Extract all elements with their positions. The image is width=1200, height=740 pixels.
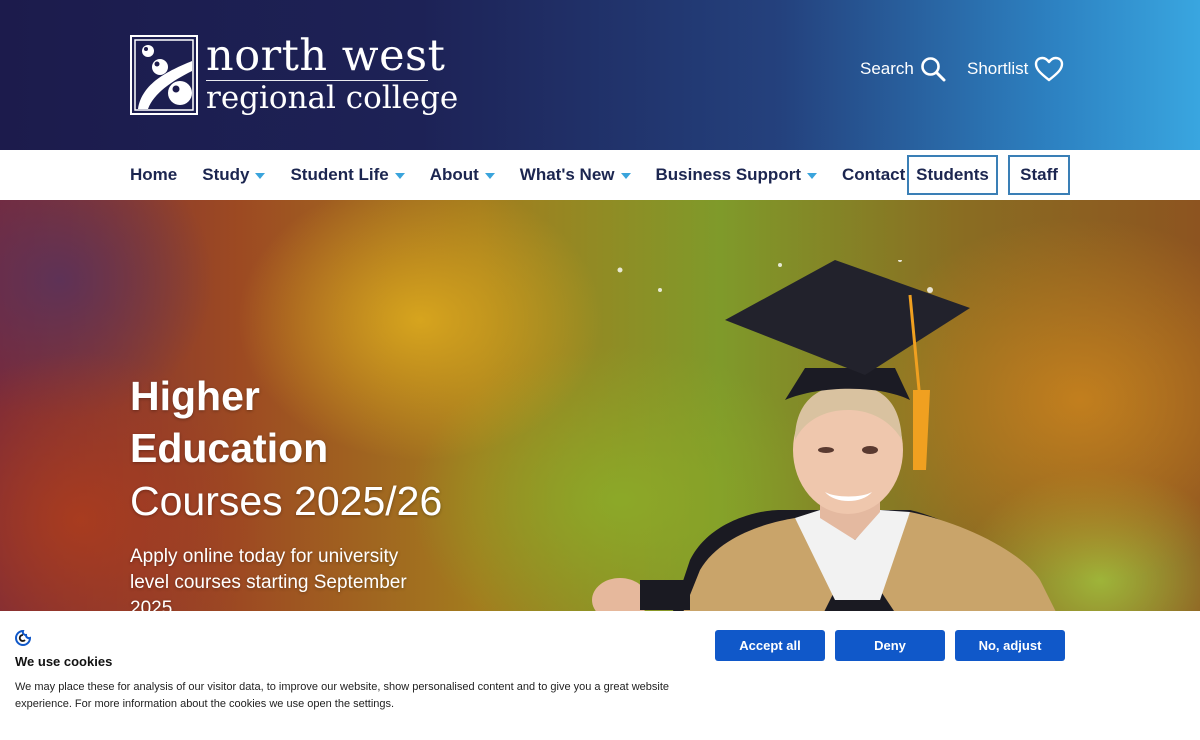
staff-button[interactable]: Staff: [1008, 155, 1070, 195]
site-header: north west regional college Search Short…: [0, 0, 1200, 150]
adjust-button[interactable]: No, adjust: [955, 630, 1065, 661]
main-navigation: Home Study Student Life About What's New…: [0, 150, 1200, 200]
cookie-icon: [15, 630, 31, 646]
hero-content: Higher Education Courses 2025/26 Apply o…: [130, 370, 442, 611]
search-icon: [921, 57, 946, 82]
nav-item-whats-new[interactable]: What's New: [520, 165, 631, 185]
logo-divider: [206, 80, 428, 81]
caret-down-icon: [255, 173, 266, 179]
caret-down-icon: [620, 173, 631, 179]
nav-item-contact[interactable]: Contact: [842, 165, 905, 185]
logo-mark-icon: [130, 35, 198, 115]
shortlist-label: Shortlist: [967, 59, 1029, 78]
graduate-photo: [592, 260, 1056, 611]
accept-all-button[interactable]: Accept all: [715, 630, 825, 661]
logo-wordmark: north west regional college: [206, 35, 458, 114]
nav-item-business-support[interactable]: Business Support: [656, 165, 817, 185]
hero-title-line-1: Higher: [130, 373, 260, 419]
hero-banner: Higher Education Courses 2025/26 Apply o…: [0, 200, 1200, 611]
nav-item-home[interactable]: Home: [130, 165, 177, 185]
students-button[interactable]: Students: [907, 155, 998, 195]
cookie-description: We may place these for analysis of our v…: [15, 681, 670, 710]
search-link[interactable]: Search: [860, 56, 946, 82]
heart-icon: [1035, 56, 1064, 82]
shortlist-link[interactable]: Shortlist: [967, 56, 1064, 82]
cookie-title: We use cookies: [15, 654, 113, 669]
caret-down-icon: [484, 173, 495, 179]
nav-item-label: What's New: [519, 165, 615, 184]
search-label: Search: [860, 59, 914, 78]
deny-button[interactable]: Deny: [835, 630, 945, 661]
nav-item-label: Home: [130, 165, 178, 184]
college-logo[interactable]: north west regional college: [130, 35, 458, 115]
nav-item-label: Study: [202, 165, 250, 184]
hero-title-line-3: Courses 2025/26: [130, 478, 443, 524]
hero-title-line-2: Education: [130, 425, 329, 471]
nav-item-label: Contact: [841, 165, 906, 184]
logo-line-1: north west: [206, 31, 446, 81]
nav-item-student-life[interactable]: Student Life: [290, 165, 405, 185]
caret-down-icon: [806, 173, 817, 179]
nav-item-study[interactable]: Study: [202, 165, 266, 185]
hero-subtitle: Apply online today for university level …: [130, 546, 407, 611]
logo-line-2: regional college: [206, 80, 459, 116]
nav-item-label: Student Life: [290, 165, 389, 184]
nav-item-label: About: [429, 165, 479, 184]
caret-down-icon: [394, 173, 405, 179]
nav-item-about[interactable]: About: [430, 165, 495, 185]
cookie-banner: We use cookies We may place these for an…: [0, 611, 1200, 740]
nav-menu: Home Study Student Life About What's New…: [130, 150, 930, 200]
nav-item-label: Business Support: [655, 165, 801, 184]
